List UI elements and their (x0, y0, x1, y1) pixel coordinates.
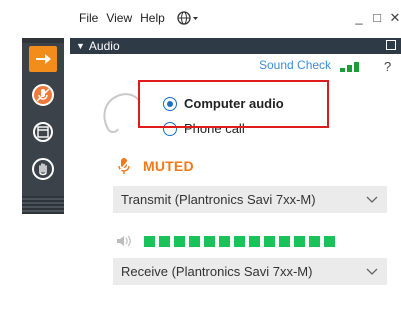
raise-hand-button[interactable] (29, 156, 57, 182)
speaker-level-row (116, 234, 335, 248)
phone-call-radio[interactable] (163, 121, 177, 136)
level-segment (309, 235, 320, 247)
menu-file[interactable]: File (79, 11, 98, 25)
computer-audio-radio[interactable] (163, 96, 177, 111)
chevron-down-icon (366, 196, 378, 203)
level-segment (279, 235, 290, 247)
muted-status[interactable]: MUTED (117, 157, 194, 175)
window-controls: _ □ ✕ (353, 10, 401, 26)
computer-audio-label: Computer audio (184, 96, 284, 111)
muted-mic-icon (32, 84, 54, 106)
level-segment (159, 235, 170, 247)
receive-device-select[interactable]: Receive (Plantronics Savi 7xx-M) (113, 258, 387, 285)
audio-panel-title: Audio (88, 39, 120, 53)
muted-label: MUTED (143, 158, 194, 174)
collapse-arrow-button[interactable] (29, 46, 57, 72)
help-button[interactable]: ? (384, 59, 391, 74)
close-button[interactable]: ✕ (389, 10, 401, 26)
chevron-down-icon (366, 268, 378, 275)
level-segment (294, 235, 305, 247)
phone-call-option[interactable]: Phone call (163, 121, 245, 136)
transmit-device-select[interactable]: Transmit (Plantronics Savi 7xx-M) (113, 186, 387, 213)
window-icon (33, 122, 53, 142)
speaker-level-meter (144, 235, 335, 247)
transmit-device-value: Transmit (Plantronics Savi 7xx-M) (121, 192, 316, 207)
receive-device-value: Receive (Plantronics Savi 7xx-M) (121, 264, 313, 279)
level-segment (144, 235, 155, 247)
computer-audio-option[interactable]: Computer audio (163, 96, 284, 111)
level-segment (219, 235, 230, 247)
level-segment (264, 235, 275, 247)
speaker-icon (117, 235, 131, 247)
signal-bars-icon (340, 62, 359, 72)
sound-check-link[interactable]: Sound Check (259, 58, 331, 72)
sidebar-grip[interactable] (22, 196, 64, 214)
level-segment (324, 235, 335, 247)
sidebar-top-strip (22, 38, 64, 43)
minimize-button[interactable]: _ (353, 10, 365, 26)
globe-icon (177, 11, 198, 25)
audio-panel-header[interactable]: ▼ Audio (70, 38, 401, 54)
phone-call-label: Phone call (184, 121, 245, 136)
level-segment (234, 235, 245, 247)
menu-view[interactable]: View (106, 11, 132, 25)
headset-icon (103, 93, 141, 133)
maximize-button[interactable]: □ (371, 10, 383, 26)
menubar: File View Help _ □ ✕ (70, 0, 401, 36)
mute-mic-button[interactable] (29, 82, 57, 108)
level-segment (204, 235, 215, 247)
muted-mic-icon (117, 158, 131, 174)
sidebar (22, 38, 64, 214)
language-menu-button[interactable] (176, 10, 200, 26)
right-arrow-icon (36, 54, 51, 64)
collapse-triangle-icon: ▼ (76, 41, 85, 51)
popout-panel-button[interactable] (386, 40, 396, 50)
hand-icon (32, 158, 54, 180)
level-segment (189, 235, 200, 247)
level-segment (174, 235, 185, 247)
menu-help[interactable]: Help (140, 11, 165, 25)
window-button[interactable] (29, 119, 57, 145)
level-segment (249, 235, 260, 247)
